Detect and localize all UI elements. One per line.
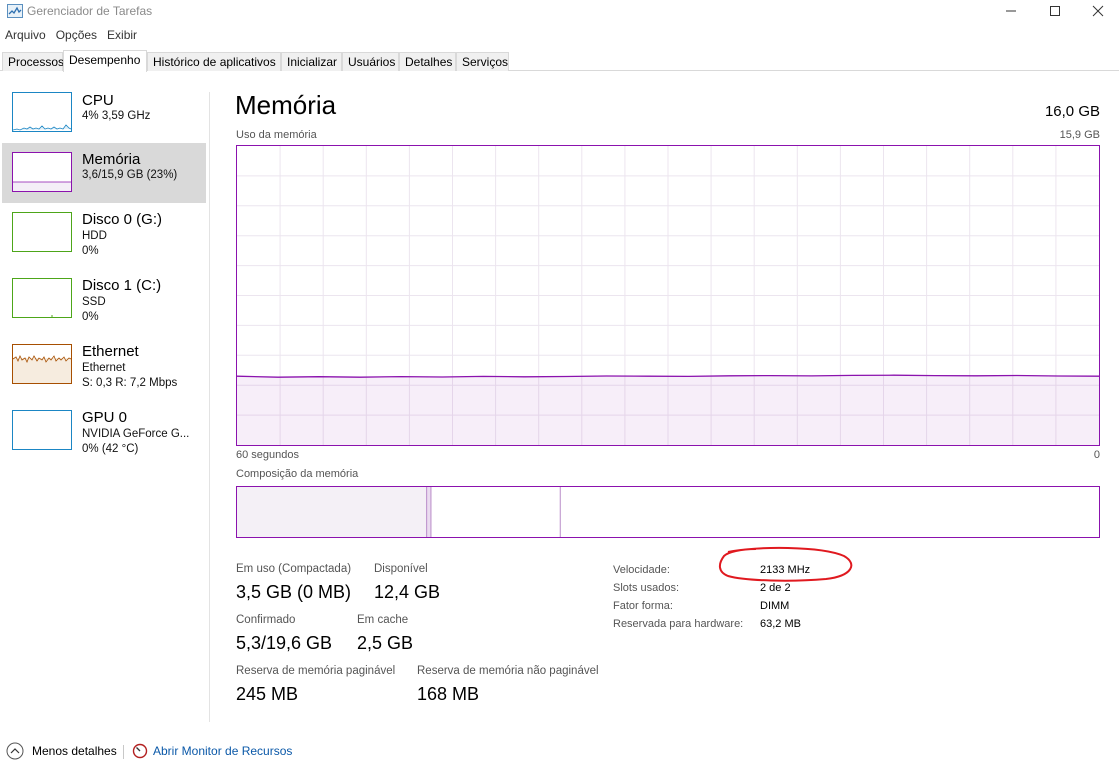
sidebar-item-memoria[interactable]: Memória 3,6/15,9 GB (23%) (2, 143, 206, 203)
paged-pool-label: Reserva de memória paginável (236, 665, 396, 677)
available-label: Disponível (374, 563, 428, 575)
graph-time-right: 0 (1093, 449, 1100, 461)
memory-total: 16,0 GB (1044, 103, 1100, 120)
memory-usage-graph (236, 145, 1100, 446)
sidebar-item-detail: 0% (82, 245, 99, 257)
sidebar-item-gpu-0[interactable]: GPU 0 NVIDIA GeForce G... 0% (42 °C) (2, 402, 206, 462)
sidebar-item-detail: NVIDIA GeForce G... (82, 428, 190, 440)
sidebar-item-detail: 0% (42 °C) (82, 443, 139, 455)
sidebar-item-detail: 4% 3,59 GHz (82, 110, 151, 122)
gpu-thumbnail-graph (12, 410, 72, 450)
menu-bar: Arquivo Opções Exibir (0, 26, 142, 46)
tab-processos[interactable]: Processos (2, 52, 64, 71)
in-use-value: 3,5 GB (0 MB) (236, 582, 352, 602)
usage-graph-label: Uso da memória (236, 129, 317, 141)
menu-opcoes[interactable]: Opções (51, 26, 102, 46)
less-details-link[interactable]: Menos detalhes (32, 744, 117, 758)
nonpaged-pool-value: 168 MB (417, 684, 480, 704)
committed-label: Confirmado (236, 614, 296, 626)
in-use-label: Em uso (Compactada) (236, 563, 352, 575)
sidebar-item-name: Ethernet (82, 343, 139, 360)
menu-exibir[interactable]: Exibir (102, 26, 142, 46)
chevron-up-circle-icon[interactable] (6, 742, 24, 760)
tab-historico-de-aplicativos[interactable]: Histórico de aplicativos (147, 52, 281, 71)
disk-0-thumbnail-graph (12, 212, 72, 252)
sidebar-item-name: Memória (82, 151, 141, 168)
close-button[interactable] (1075, 0, 1119, 22)
task-manager-icon (7, 4, 23, 18)
sidebar-item-ethernet[interactable]: Ethernet Ethernet S: 0,3 R: 7,2 Mbps (2, 336, 206, 396)
composition-modified (426, 487, 431, 537)
open-resource-monitor-link[interactable]: Abrir Monitor de Recursos (153, 744, 292, 758)
composition-in-use (237, 487, 427, 537)
resource-monitor-icon (132, 743, 148, 759)
form-factor-value: DIMM (760, 600, 790, 612)
cached-label: Em cache (357, 614, 409, 626)
sidebar-item-cpu[interactable]: CPU 4% 3,59 GHz (2, 84, 206, 144)
maximize-button[interactable] (1032, 0, 1078, 22)
hardware-reserved-label: Reservada para hardware: (613, 618, 744, 630)
sidebar-item-disco-0[interactable]: Disco 0 (G:) HDD 0% (2, 204, 206, 264)
sidebar-item-detail: Ethernet (82, 362, 126, 374)
tab-strip: Processos Desempenho Histórico de aplica… (0, 50, 1119, 72)
tab-desempenho[interactable]: Desempenho (63, 50, 147, 72)
cached-value: 2,5 GB (357, 633, 414, 653)
speed-annotation-circle (718, 546, 853, 582)
usage-graph-max: 15,9 GB (1059, 129, 1100, 141)
cpu-thumbnail-graph (12, 92, 72, 132)
graph-time-left: 60 segundos (236, 449, 299, 461)
footer-divider (123, 745, 124, 759)
menu-arquivo[interactable]: Arquivo (0, 26, 51, 46)
available-value: 12,4 GB (374, 582, 441, 602)
nonpaged-pool-label: Reserva de memória não paginável (417, 665, 599, 677)
footer-bar: Menos detalhes Abrir Monitor de Recursos (0, 738, 400, 764)
sidebar-item-detail: 0% (82, 311, 99, 323)
committed-value: 5,3/19,6 GB (236, 633, 333, 653)
memory-composition-bar (236, 486, 1100, 538)
pane-separator (209, 92, 210, 722)
composition-label: Composição da memória (236, 468, 359, 480)
sidebar-item-detail: SSD (82, 296, 106, 308)
hardware-reserved-value: 63,2 MB (760, 618, 801, 630)
tab-detalhes[interactable]: Detalhes (399, 52, 456, 71)
sidebar-item-name: CPU (82, 92, 114, 109)
speed-label: Velocidade: (613, 564, 670, 576)
sidebar-item-detail: HDD (82, 230, 107, 242)
sidebar-item-name: GPU 0 (82, 409, 128, 426)
memory-usage-area (237, 375, 1099, 445)
tab-servicos[interactable]: Serviços (456, 52, 509, 71)
sidebar-item-disco-1[interactable]: Disco 1 (C:) SSD 0% (2, 270, 206, 330)
ethernet-thumbnail-graph (12, 344, 72, 384)
title-bar: Gerenciador de Tarefas (0, 0, 1119, 24)
memory-thumbnail-graph (12, 152, 72, 192)
sidebar-item-detail: 3,6/15,9 GB (23%) (82, 169, 178, 181)
page-title: Memória (235, 90, 337, 120)
form-factor-label: Fator forma: (613, 600, 673, 612)
tab-inicializar[interactable]: Inicializar (281, 52, 342, 71)
sidebar-item-name: Disco 1 (C:) (82, 277, 162, 294)
paged-pool-value: 245 MB (236, 684, 299, 704)
disk-1-thumbnail-graph (12, 278, 72, 318)
window-title: Gerenciador de Tarefas (27, 4, 153, 18)
minimize-button[interactable] (988, 0, 1034, 22)
sidebar-item-name: Disco 0 (G:) (82, 211, 163, 228)
sidebar-item-detail: S: 0,3 R: 7,2 Mbps (82, 377, 178, 389)
tab-usuarios[interactable]: Usuários (342, 52, 399, 71)
slots-label: Slots usados: (613, 582, 680, 594)
